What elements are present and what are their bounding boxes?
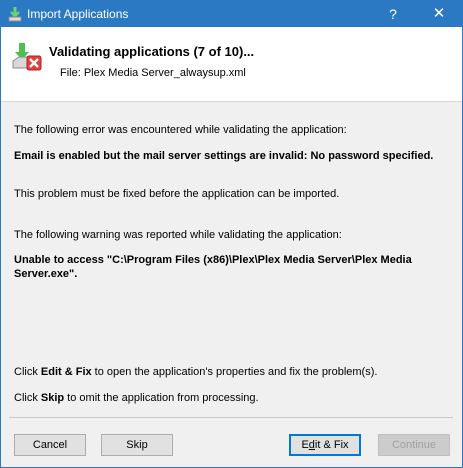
edit-fix-button[interactable]: Edit & Fix [289, 434, 361, 456]
import-app-icon [8, 7, 22, 22]
error-intro: The following error was encountered whil… [14, 124, 347, 136]
import-applications-dialog: Import Applications ? ✕ Validating appli… [0, 0, 463, 468]
hint-skip-bold: Skip [40, 392, 65, 404]
title-bar[interactable]: Import Applications ? ✕ [1, 1, 462, 27]
hint-skip-pre: Click [14, 392, 41, 404]
edit-fix-button-label: Edit & Fix [301, 439, 348, 451]
edit-fix-label-pre: E [301, 439, 309, 451]
cancel-button-label: Cancel [32, 439, 68, 451]
header-panel: Validating applications (7 of 10)... Fil… [1, 27, 462, 102]
import-error-icon [12, 43, 42, 71]
header-file-line: File: Plex Media Server_alwaysup.xml [60, 67, 246, 79]
skip-button-label: Skip [126, 439, 148, 451]
warning-intro: The following warning was reported while… [14, 229, 342, 241]
edit-fix-label-accel: d [308, 439, 315, 451]
skip-button[interactable]: Skip [101, 434, 173, 456]
error-note: This problem must be fixed before the ap… [14, 188, 340, 200]
help-button[interactable]: ? [370, 1, 416, 27]
hint-fix-pre: Click [14, 366, 41, 378]
warning-message: Unable to access "C:\Program Files (x86)… [14, 254, 412, 280]
hint-fix-bold: Edit & Fix [40, 366, 92, 378]
continue-button-label: Continue [391, 439, 437, 451]
edit-fix-label-post: it & Fix [314, 439, 349, 451]
hint-fix-post: to open the application's properties and… [91, 366, 378, 378]
footer-separator [9, 417, 453, 418]
hint-edit-fix: Click Edit & Fix to open the application… [14, 365, 434, 379]
continue-button[interactable]: Continue [378, 434, 450, 456]
header-title: Validating applications (7 of 10)... [49, 44, 255, 59]
hint-skip-post: to omit the application from processing. [64, 392, 259, 404]
close-button[interactable]: ✕ [416, 1, 462, 27]
cancel-button[interactable]: Cancel [14, 434, 86, 456]
error-message: Email is enabled but the mail server set… [14, 150, 434, 162]
hint-skip: Click Skip to omit the application from … [14, 391, 434, 405]
window-title: Import Applications [27, 7, 129, 21]
